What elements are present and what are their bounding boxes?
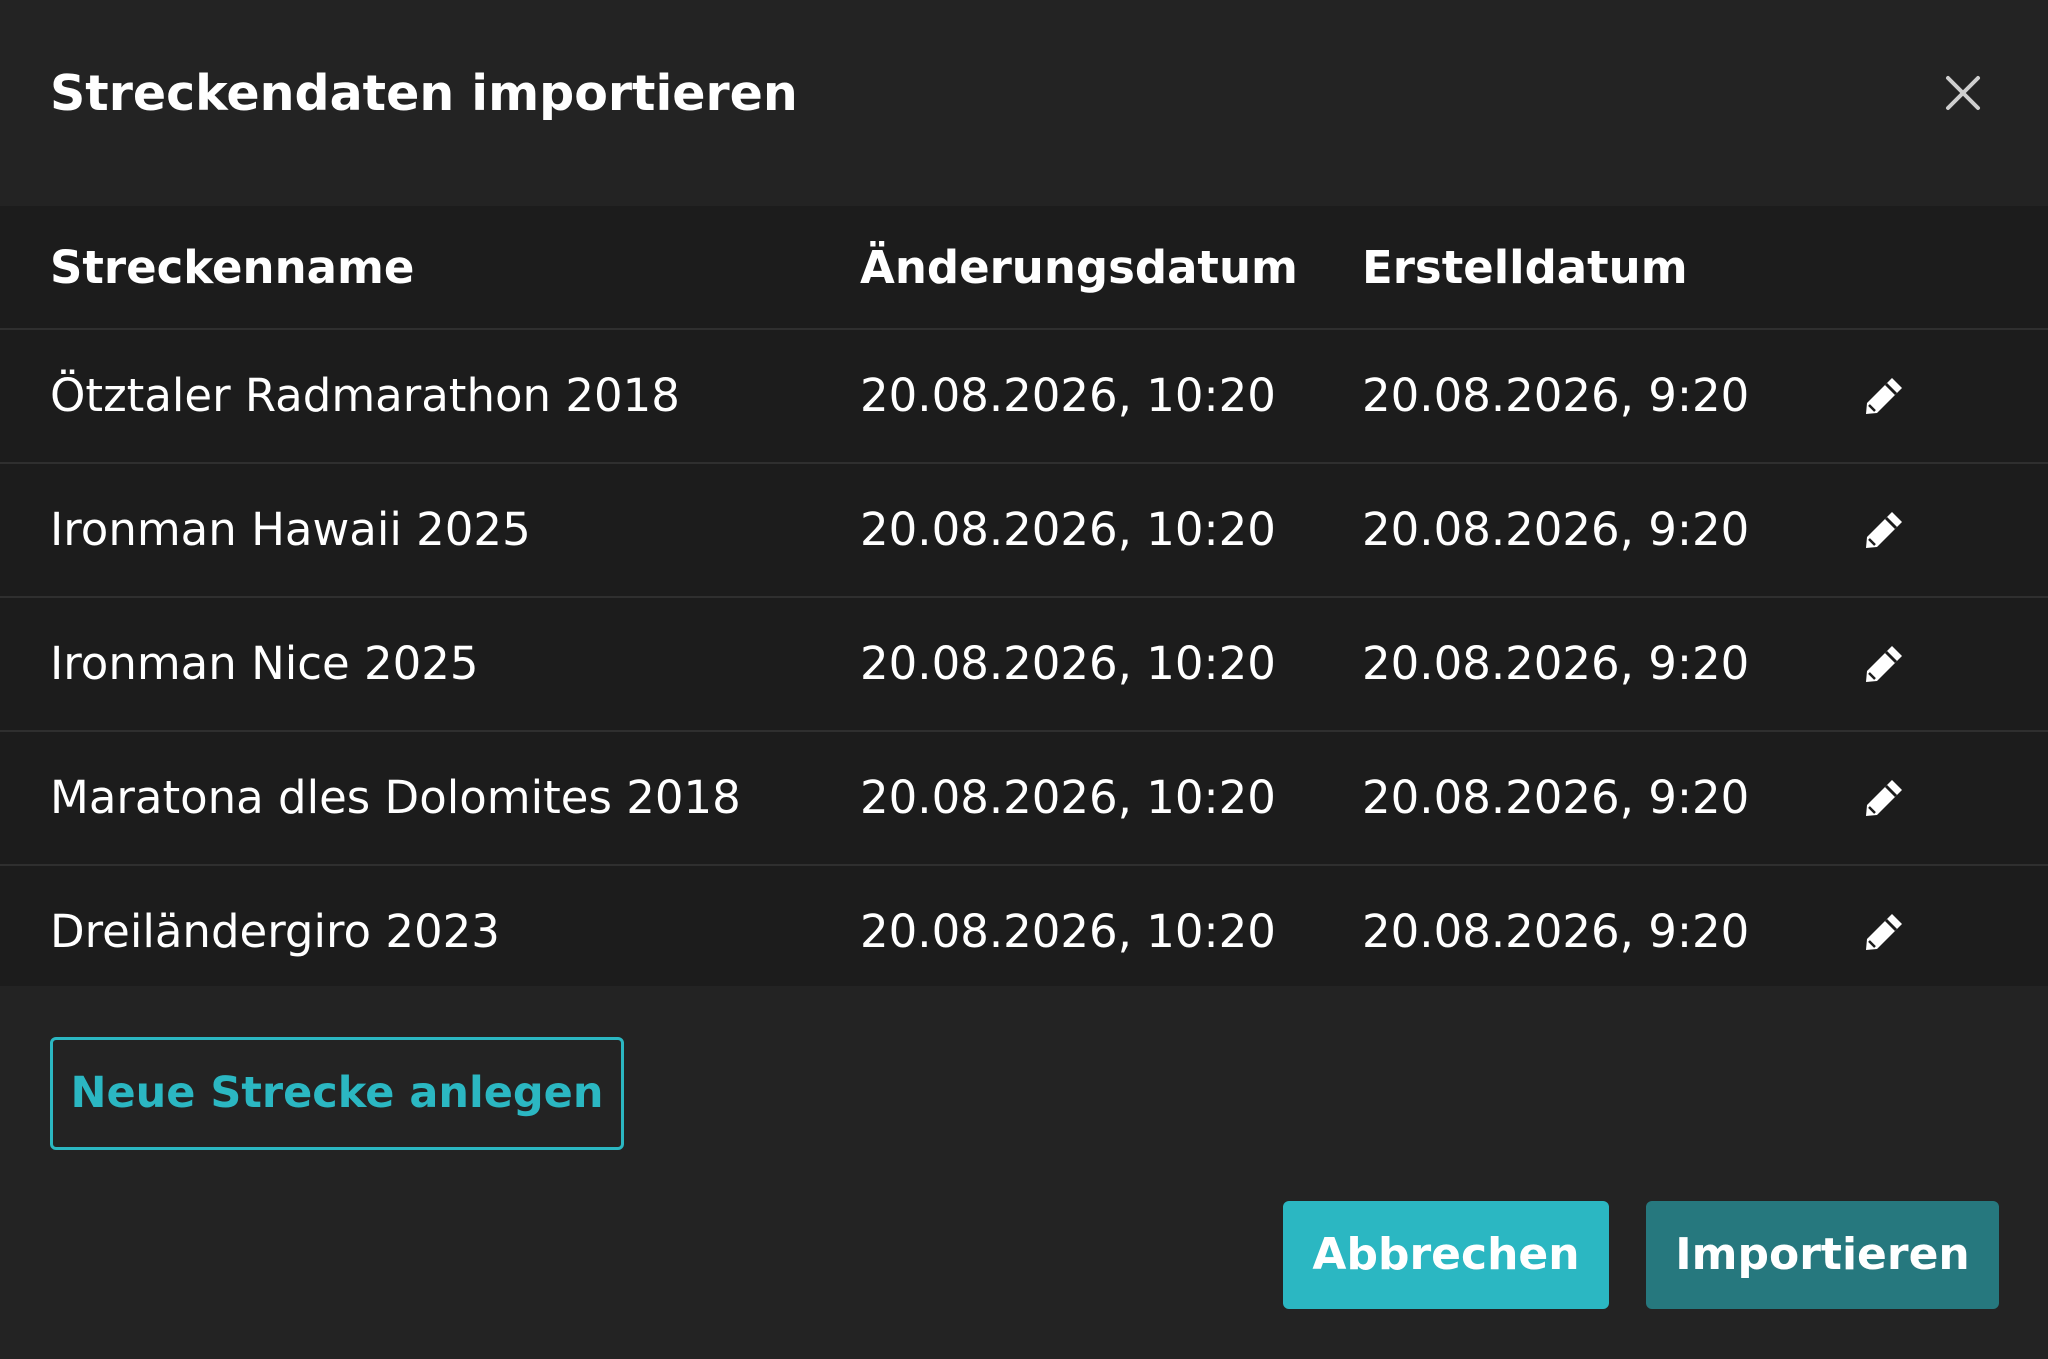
column-header-modified-date[interactable]: Änderungsdatum — [860, 206, 1298, 330]
table-header: Streckenname Änderungsdatum Erstelldatum — [0, 206, 2048, 330]
pencil-icon — [1866, 646, 1902, 682]
created-date-cell: 20.08.2026, 9:20 — [1362, 637, 1750, 690]
created-date-cell: 20.08.2026, 9:20 — [1362, 905, 1750, 958]
route-name-cell: Dreiländergiro 2023 — [50, 905, 500, 958]
modified-date-cell: 20.08.2026, 10:20 — [860, 771, 1276, 824]
routes-table: Streckenname Änderungsdatum Erstelldatum… — [0, 206, 2048, 986]
table-row[interactable]: Ironman Nice 2025 20.08.2026, 10:20 20.0… — [0, 598, 2048, 732]
table-row[interactable]: Ötztaler Radmarathon 2018 20.08.2026, 10… — [0, 330, 2048, 464]
created-date-cell: 20.08.2026, 9:20 — [1362, 369, 1750, 422]
edit-route-button[interactable] — [1862, 776, 1906, 820]
table-row[interactable]: Ironman Hawaii 2025 20.08.2026, 10:20 20… — [0, 464, 2048, 598]
edit-route-button[interactable] — [1862, 910, 1906, 954]
column-header-created-date[interactable]: Erstelldatum — [1362, 206, 1688, 330]
route-name-cell: Ötztaler Radmarathon 2018 — [50, 369, 680, 422]
pencil-icon — [1866, 780, 1902, 816]
modified-date-cell: 20.08.2026, 10:20 — [860, 637, 1276, 690]
import-route-dialog: Streckendaten importieren Streckenname Ä… — [0, 0, 2048, 1359]
modified-date-cell: 20.08.2026, 10:20 — [860, 905, 1276, 958]
route-name-cell: Ironman Nice 2025 — [50, 637, 479, 690]
edit-route-button[interactable] — [1862, 508, 1906, 552]
created-date-cell: 20.08.2026, 9:20 — [1362, 771, 1750, 824]
pencil-icon — [1866, 512, 1902, 548]
modified-date-cell: 20.08.2026, 10:20 — [860, 369, 1276, 422]
close-button[interactable] — [1932, 62, 1994, 124]
new-route-button[interactable]: Neue Strecke anlegen — [50, 1037, 624, 1150]
column-header-route-name[interactable]: Streckenname — [50, 206, 414, 330]
cancel-button[interactable]: Abbrechen — [1283, 1201, 1609, 1309]
close-icon — [1946, 76, 1980, 110]
pencil-icon — [1866, 914, 1902, 950]
table-row[interactable]: Maratona dles Dolomites 2018 20.08.2026,… — [0, 732, 2048, 866]
table-row[interactable]: Dreiländergiro 2023 20.08.2026, 10:20 20… — [0, 866, 2048, 988]
edit-route-button[interactable] — [1862, 642, 1906, 686]
dialog-title: Streckendaten importieren — [50, 65, 798, 122]
modified-date-cell: 20.08.2026, 10:20 — [860, 503, 1276, 556]
import-button[interactable]: Importieren — [1646, 1201, 1999, 1309]
route-name-cell: Ironman Hawaii 2025 — [50, 503, 531, 556]
edit-route-button[interactable] — [1862, 374, 1906, 418]
dialog-header: Streckendaten importieren — [0, 0, 2048, 206]
route-name-cell: Maratona dles Dolomites 2018 — [50, 771, 741, 824]
created-date-cell: 20.08.2026, 9:20 — [1362, 503, 1750, 556]
pencil-icon — [1866, 378, 1902, 414]
